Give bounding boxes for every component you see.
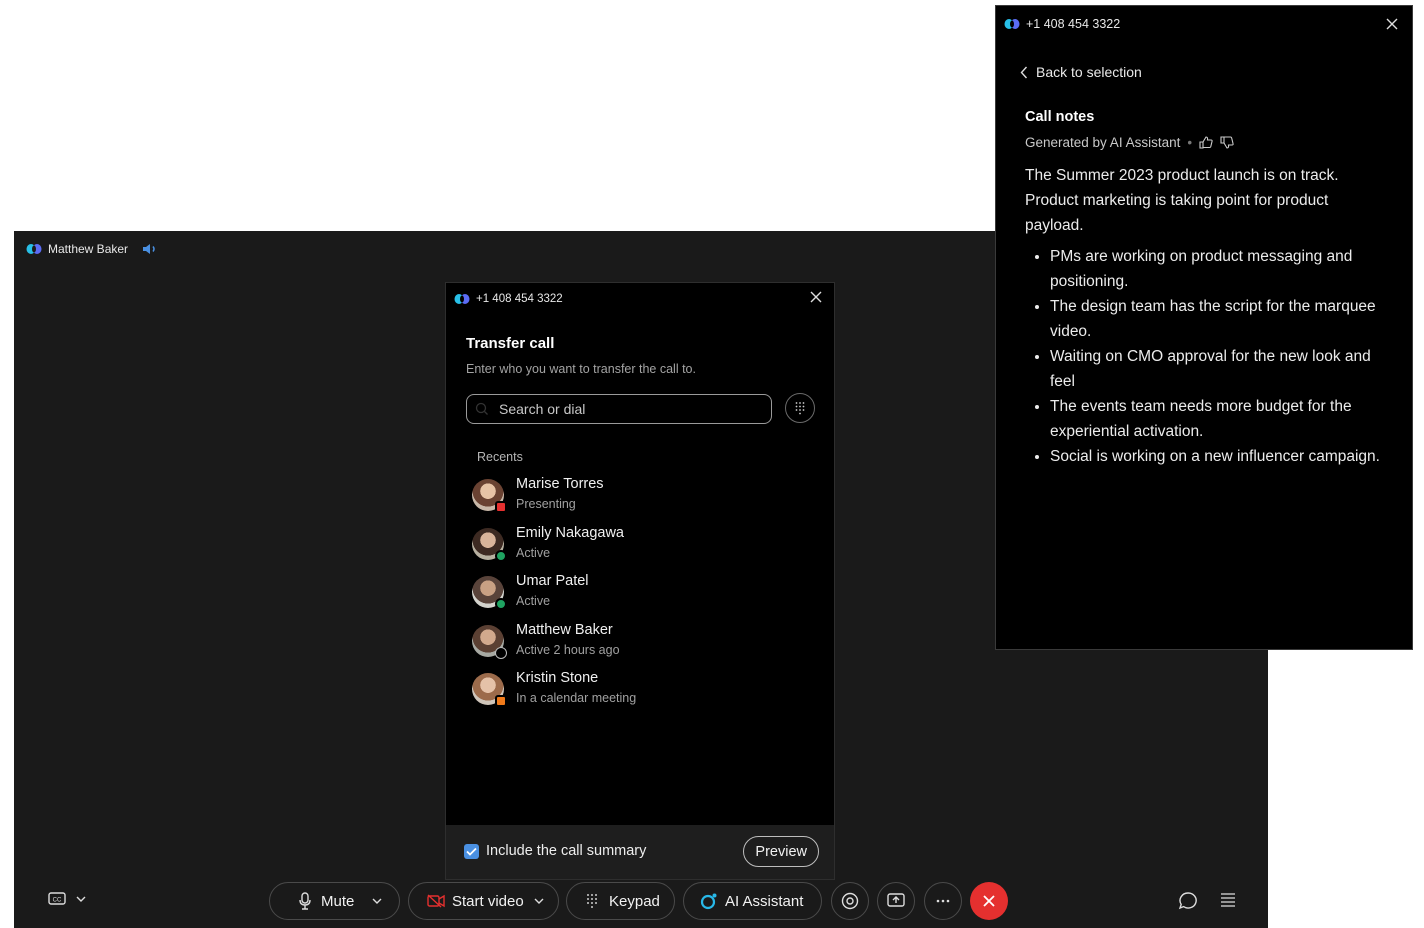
back-to-selection-link[interactable]: Back to selection bbox=[1020, 64, 1142, 80]
panel-phone-number: +1 408 454 3322 bbox=[1026, 17, 1121, 31]
chevron-down-icon bbox=[76, 896, 86, 902]
contact-name: Kristin Stone bbox=[516, 670, 599, 687]
notes-title: Call notes bbox=[1025, 109, 1095, 125]
clock-status-icon bbox=[495, 646, 507, 659]
avatar bbox=[472, 673, 507, 708]
presenting-status-icon bbox=[495, 501, 507, 513]
back-label: Back to selection bbox=[1036, 64, 1142, 80]
list-item[interactable]: Matthew Baker Active 2 hours ago bbox=[472, 621, 812, 670]
dialog-subtitle: Enter who you want to transfer the call … bbox=[466, 362, 696, 376]
mute-label: Mute bbox=[321, 892, 355, 910]
contact-name: Emily Nakagawa bbox=[516, 524, 624, 541]
avatar bbox=[472, 624, 507, 659]
chat-bubble-icon bbox=[1178, 891, 1198, 911]
generated-by-text: Generated by AI Assistant bbox=[1025, 135, 1181, 150]
avatar bbox=[472, 479, 507, 513]
close-icon[interactable] bbox=[1386, 18, 1398, 30]
record-icon bbox=[841, 892, 859, 910]
list-item: PMs are working on product messaging and… bbox=[1050, 244, 1385, 294]
keypad-button[interactable]: Keypad bbox=[566, 882, 675, 920]
keypad-label: Keypad bbox=[609, 892, 660, 910]
list-item[interactable]: Kristin Stone In a calendar meeting bbox=[472, 669, 812, 718]
share-screen-icon bbox=[887, 893, 905, 909]
contact-status: Presenting bbox=[516, 497, 576, 511]
list-item: Social is working on a new influencer ca… bbox=[1050, 444, 1385, 469]
list-item[interactable]: Emily Nakagawa Active bbox=[472, 524, 812, 573]
dialpad-button[interactable] bbox=[785, 393, 815, 423]
contact-name: Umar Patel bbox=[516, 573, 589, 590]
transfer-call-dialog: +1 408 454 3322 Transfer call Enter who … bbox=[445, 282, 835, 880]
avatar bbox=[472, 576, 507, 611]
webex-logo-icon bbox=[1004, 18, 1020, 30]
svg-text:CC: CC bbox=[53, 898, 62, 904]
ai-assistant-button[interactable]: AI Assistant bbox=[683, 882, 822, 920]
contact-name: Marise Torres bbox=[516, 476, 604, 492]
chat-button[interactable] bbox=[1178, 891, 1198, 916]
caller-header: Matthew Baker bbox=[26, 241, 158, 257]
contact-status: Active bbox=[516, 545, 551, 560]
thumbs-down-icon[interactable] bbox=[1220, 136, 1234, 149]
notes-bullet-list: PMs are working on product messaging and… bbox=[1025, 244, 1385, 469]
recents-list: Marise Torres Presenting Emily Nakagawa … bbox=[472, 475, 812, 718]
list-item: Waiting on CMO approval for the new look… bbox=[1050, 344, 1385, 394]
list-item[interactable]: Marise Torres Presenting bbox=[472, 475, 812, 524]
start-video-button[interactable]: Start video bbox=[408, 882, 559, 920]
generated-by-row: Generated by AI Assistant • bbox=[1025, 135, 1234, 150]
microphone-icon bbox=[298, 892, 312, 910]
separator-dot: • bbox=[1187, 135, 1193, 150]
include-summary-checkbox[interactable] bbox=[464, 844, 479, 859]
mute-button[interactable]: Mute bbox=[269, 882, 400, 920]
close-icon bbox=[982, 894, 996, 908]
keypad-icon bbox=[585, 893, 599, 909]
more-options-button[interactable] bbox=[924, 882, 962, 920]
share-screen-button[interactable] bbox=[877, 882, 915, 920]
active-status-icon bbox=[495, 549, 507, 562]
call-notes-panel: +1 408 454 3322 Back to selection Call n… bbox=[995, 5, 1413, 650]
end-call-button[interactable] bbox=[970, 882, 1008, 920]
dialog-phone-number: +1 408 454 3322 bbox=[476, 293, 563, 305]
video-off-icon bbox=[427, 894, 445, 908]
thumbs-up-icon[interactable] bbox=[1199, 136, 1213, 149]
dialog-header: +1 408 454 3322 bbox=[454, 291, 826, 307]
close-icon[interactable] bbox=[810, 291, 822, 303]
ai-assistant-icon bbox=[700, 892, 718, 910]
panel-header: +1 408 454 3322 bbox=[1004, 17, 1120, 31]
more-horizontal-icon bbox=[935, 899, 951, 903]
search-icon bbox=[475, 402, 489, 416]
webex-logo-icon bbox=[454, 293, 470, 305]
list-item: The events team needs more budget for th… bbox=[1050, 394, 1385, 444]
include-summary-label[interactable]: Include the call summary bbox=[486, 843, 646, 859]
contact-status: Active bbox=[516, 594, 551, 609]
list-icon bbox=[1219, 891, 1237, 907]
contact-status: In a calendar meeting bbox=[516, 691, 637, 706]
dialog-title: Transfer call bbox=[466, 335, 555, 352]
start-video-label: Start video bbox=[452, 892, 524, 910]
recents-heading: Recents bbox=[477, 450, 523, 464]
participants-list-button[interactable] bbox=[1219, 891, 1237, 912]
speaker-icon bbox=[142, 243, 158, 255]
preview-button[interactable]: Preview bbox=[743, 836, 819, 867]
chevron-down-icon[interactable] bbox=[534, 898, 544, 904]
list-item: The design team has the script for the m… bbox=[1050, 294, 1385, 344]
contact-name: Matthew Baker bbox=[516, 621, 613, 638]
chevron-down-icon[interactable] bbox=[372, 898, 382, 904]
notes-body: The Summer 2023 product launch is on tra… bbox=[1025, 163, 1385, 469]
dialog-footer: Include the call summary Preview bbox=[446, 825, 834, 879]
keypad-icon bbox=[794, 401, 806, 415]
captions-menu-button[interactable]: CC bbox=[48, 891, 86, 907]
caller-name: Matthew Baker bbox=[48, 242, 129, 256]
contact-status: Active 2 hours ago bbox=[516, 642, 620, 657]
list-item[interactable]: Umar Patel Active bbox=[472, 572, 812, 621]
record-button[interactable] bbox=[831, 882, 869, 920]
search-field[interactable] bbox=[466, 394, 772, 424]
search-input[interactable] bbox=[497, 400, 751, 418]
avatar bbox=[472, 527, 507, 562]
notes-summary: The Summer 2023 product launch is on tra… bbox=[1025, 167, 1339, 234]
active-status-icon bbox=[495, 598, 507, 611]
ai-assistant-label: AI Assistant bbox=[725, 892, 804, 910]
webex-logo-icon bbox=[26, 243, 42, 255]
chevron-left-icon bbox=[1020, 66, 1028, 79]
calendar-status-icon bbox=[495, 695, 507, 708]
closed-captions-icon: CC bbox=[48, 891, 66, 907]
